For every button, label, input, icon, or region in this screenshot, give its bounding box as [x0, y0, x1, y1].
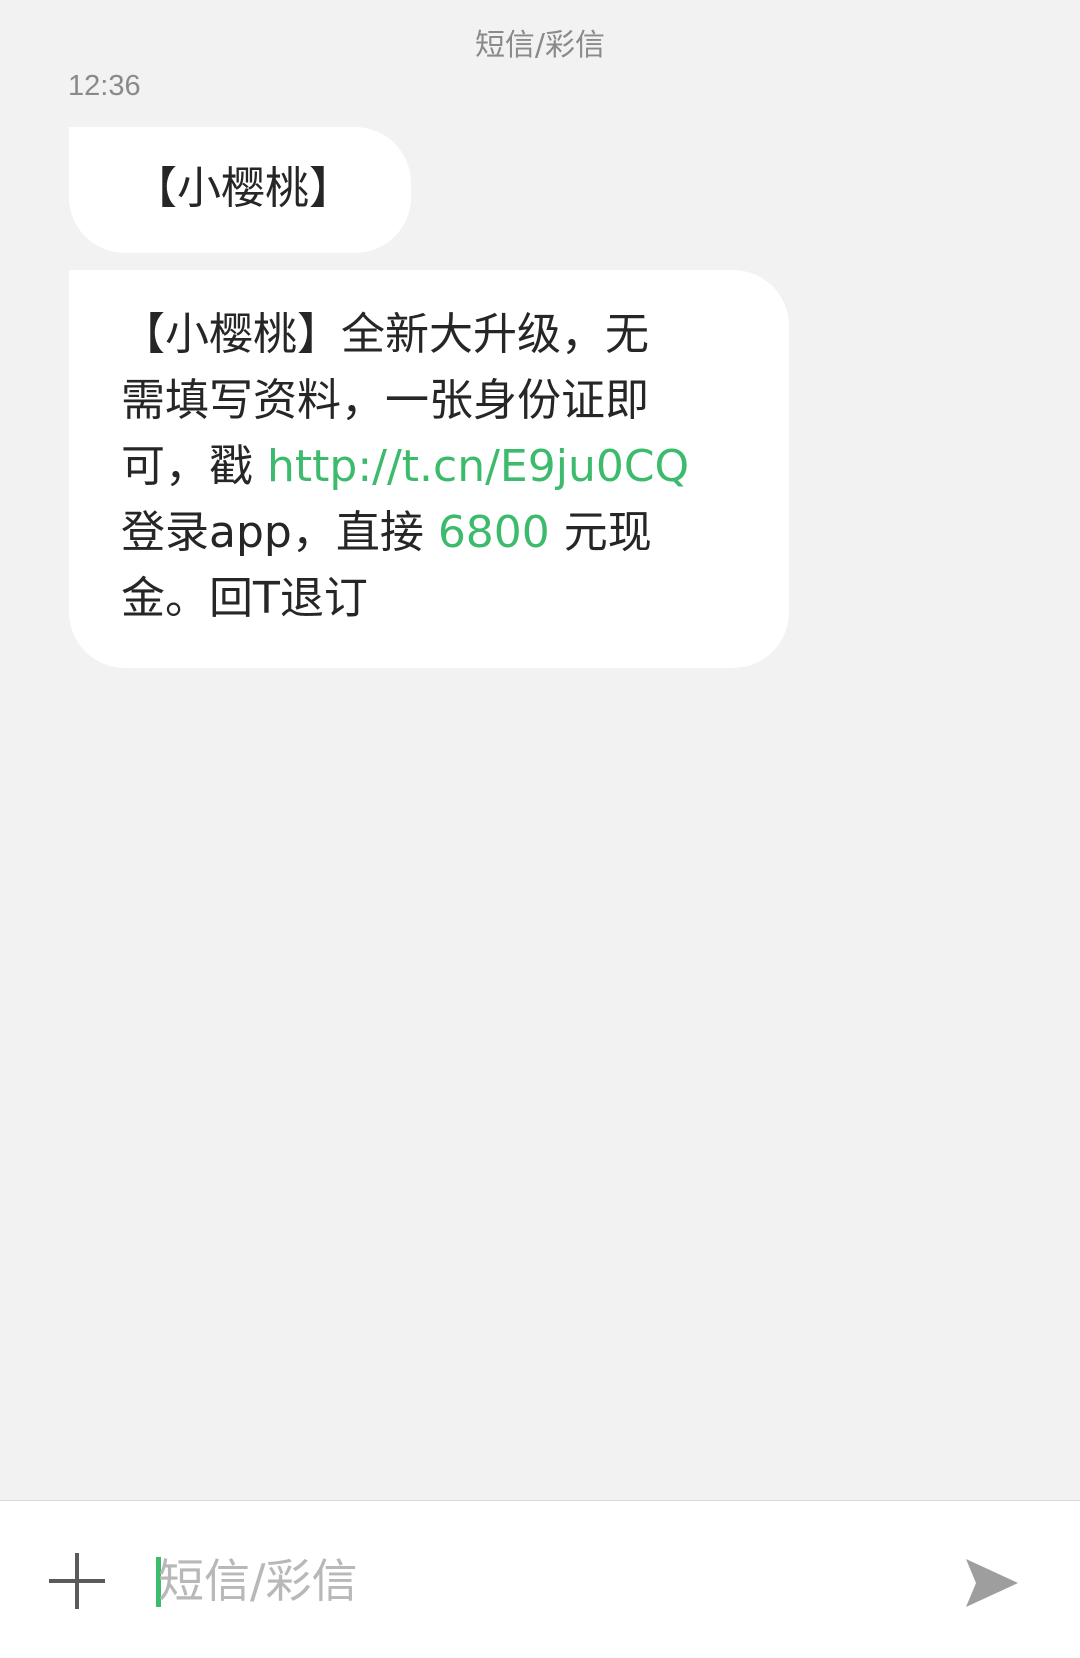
message-line-text: 可，戳 — [121, 441, 267, 492]
message-input[interactable] — [158, 1541, 858, 1621]
message-line-text: 元现 — [549, 507, 652, 558]
compose-bar — [0, 1500, 1080, 1658]
plus-icon[interactable] — [49, 1553, 105, 1609]
message-text: 【小樱桃】 — [133, 163, 353, 214]
message-bubble[interactable]: 【小樱桃】 — [69, 127, 411, 253]
message-line: 可，戳 http://t.cn/E9ju0CQ — [121, 434, 749, 500]
message-line: 需填写资料，一张身份证即 — [121, 375, 649, 426]
message-bubble[interactable]: 【小樱桃】全新大升级，无 需填写资料，一张身份证即 可，戳 http://t.c… — [69, 270, 789, 668]
send-icon[interactable] — [964, 1557, 1020, 1609]
highlighted-number[interactable]: 6800 — [438, 507, 550, 558]
message-timestamp: 12:36 — [68, 70, 141, 102]
message-line-text: 登录app，直接 — [121, 507, 438, 558]
sms-thread-screen: 短信/彩信 12:36 【小樱桃】 【小樱桃】全新大升级，无 需填写资料，一张身… — [0, 0, 1080, 1658]
message-link[interactable]: http://t.cn/E9ju0CQ — [267, 441, 689, 492]
message-line: 【小樱桃】全新大升级，无 — [121, 309, 649, 360]
thread-title: 短信/彩信 — [474, 28, 606, 63]
message-line: 登录app，直接 6800 元现 — [121, 500, 749, 566]
message-line: 金。回T退订 — [121, 573, 368, 624]
